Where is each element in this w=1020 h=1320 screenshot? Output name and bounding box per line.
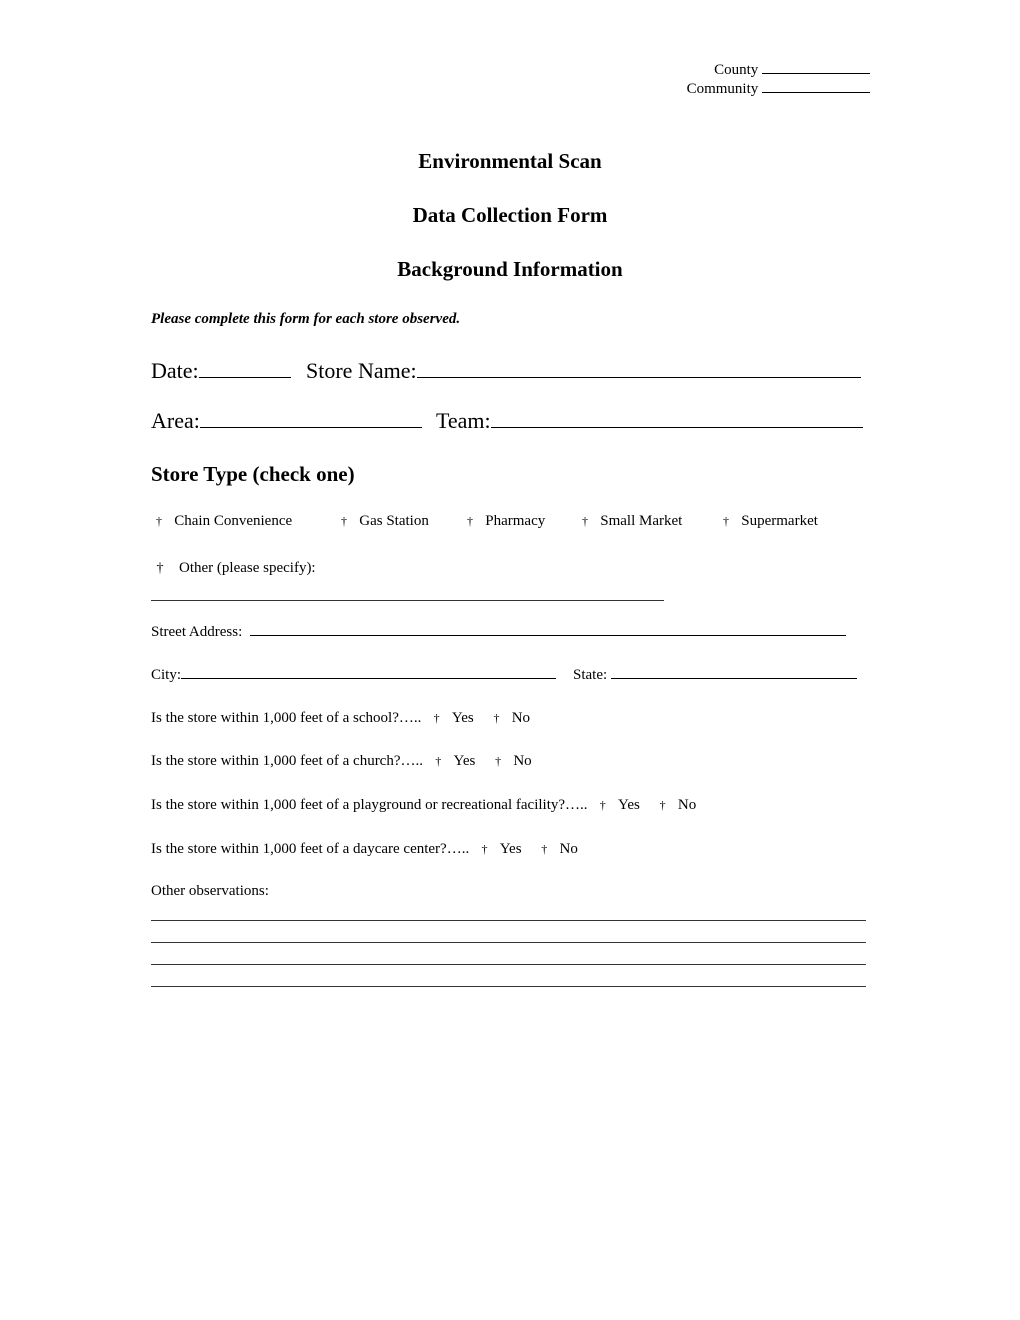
street-address-field[interactable]: Street Address: bbox=[151, 624, 846, 641]
no-option[interactable]: † No bbox=[659, 797, 697, 813]
option-label: Supermarket bbox=[741, 513, 818, 529]
checkbox-icon[interactable]: † bbox=[722, 514, 730, 529]
option-supermarket[interactable]: † Supermarket bbox=[722, 513, 818, 530]
other-specify-blank[interactable] bbox=[151, 600, 664, 601]
state-blank[interactable] bbox=[610, 678, 857, 679]
yes-label: Yes bbox=[453, 753, 476, 769]
question-text: Is the store within 1,000 feet of a chur… bbox=[151, 753, 423, 769]
yes-label: Yes bbox=[618, 797, 640, 813]
instruction-text: Please complete this form for each store… bbox=[151, 311, 461, 327]
store-name-label: Store Name: bbox=[306, 358, 417, 383]
no-label: No bbox=[513, 753, 532, 769]
checkbox-icon[interactable]: † bbox=[466, 514, 474, 529]
date-label: Date: bbox=[151, 358, 199, 383]
yes-option[interactable]: † Yes bbox=[599, 797, 640, 813]
checkbox-icon[interactable]: † bbox=[581, 514, 589, 529]
no-label: No bbox=[677, 797, 697, 813]
question-school: Is the store within 1,000 feet of a scho… bbox=[151, 710, 530, 727]
checkbox-icon[interactable]: † bbox=[492, 711, 500, 726]
area-label: Area: bbox=[151, 408, 200, 433]
question-church: Is the store within 1,000 feet of a chur… bbox=[151, 753, 532, 770]
team-label: Team: bbox=[436, 408, 491, 433]
city-blank[interactable] bbox=[181, 678, 557, 679]
option-chain-convenience[interactable]: † Chain Convenience bbox=[155, 513, 292, 530]
store-type-heading: Store Type (check one) bbox=[151, 462, 355, 486]
yes-option[interactable]: † Yes bbox=[480, 841, 521, 857]
checkbox-icon[interactable]: † bbox=[156, 561, 164, 577]
observations-line-1[interactable] bbox=[151, 920, 866, 921]
community-label: Community bbox=[686, 81, 759, 97]
checkbox-icon[interactable]: † bbox=[155, 514, 163, 529]
observations-line-3[interactable] bbox=[151, 964, 866, 965]
county-label: County bbox=[714, 62, 759, 78]
area-blank[interactable] bbox=[199, 427, 422, 428]
date-field[interactable]: Date: bbox=[151, 358, 291, 384]
question-text: Is the store within 1,000 feet of a play… bbox=[151, 797, 588, 813]
team-blank[interactable] bbox=[490, 427, 863, 428]
page-title: Environmental Scan bbox=[418, 149, 602, 173]
no-option[interactable]: † No bbox=[540, 841, 578, 857]
state-label: State: bbox=[573, 667, 608, 683]
question-playground: Is the store within 1,000 feet of a play… bbox=[151, 797, 696, 814]
observations-line-2[interactable] bbox=[151, 942, 866, 943]
observations-line-4[interactable] bbox=[151, 986, 866, 987]
option-label: Chain Convenience bbox=[174, 513, 293, 529]
county-blank[interactable] bbox=[762, 73, 870, 74]
yes-label: Yes bbox=[499, 841, 522, 857]
question-text: Is the store within 1,000 feet of a scho… bbox=[151, 710, 422, 726]
city-field[interactable]: City: bbox=[151, 667, 557, 684]
option-pharmacy[interactable]: † Pharmacy bbox=[466, 513, 545, 530]
no-label: No bbox=[559, 841, 578, 857]
option-label: Gas Station bbox=[359, 513, 429, 529]
yes-option[interactable]: † Yes bbox=[434, 753, 475, 769]
no-option[interactable]: † No bbox=[492, 710, 530, 726]
county-field[interactable]: County bbox=[714, 62, 870, 79]
yes-option[interactable]: † Yes bbox=[433, 710, 474, 726]
city-label: City: bbox=[151, 667, 182, 683]
no-option[interactable]: † No bbox=[494, 753, 532, 769]
community-blank[interactable] bbox=[762, 92, 870, 93]
area-field[interactable]: Area: bbox=[151, 408, 422, 434]
street-address-blank[interactable] bbox=[249, 635, 846, 636]
checkbox-icon[interactable]: † bbox=[434, 754, 442, 769]
checkbox-icon[interactable]: † bbox=[433, 711, 441, 726]
option-label: Small Market bbox=[600, 513, 683, 529]
date-blank[interactable] bbox=[198, 377, 291, 378]
section-title: Background Information bbox=[397, 257, 623, 281]
question-text: Is the store within 1,000 feet of a dayc… bbox=[151, 841, 470, 857]
other-label: Other (please specify): bbox=[179, 560, 316, 576]
no-label: No bbox=[511, 710, 531, 726]
checkbox-icon[interactable]: † bbox=[659, 798, 667, 813]
form-subtitle: Data Collection Form bbox=[412, 203, 608, 227]
question-daycare: Is the store within 1,000 feet of a dayc… bbox=[151, 841, 578, 858]
option-gas-station[interactable]: † Gas Station bbox=[340, 513, 429, 530]
store-name-blank[interactable] bbox=[416, 377, 861, 378]
checkbox-icon[interactable]: † bbox=[494, 754, 502, 769]
observations-label: Other observations: bbox=[151, 883, 269, 899]
state-field[interactable]: State: bbox=[573, 667, 857, 684]
checkbox-icon[interactable]: † bbox=[340, 514, 348, 529]
street-address-label: Street Address: bbox=[151, 624, 243, 640]
checkbox-icon[interactable]: † bbox=[480, 842, 488, 857]
checkbox-icon[interactable]: † bbox=[540, 842, 548, 857]
option-small-market[interactable]: † Small Market bbox=[581, 513, 682, 530]
option-other[interactable]: † Other (please specify): bbox=[156, 560, 316, 577]
community-field[interactable]: Community bbox=[687, 81, 870, 98]
store-name-field[interactable]: Store Name: bbox=[306, 358, 861, 384]
checkbox-icon[interactable]: † bbox=[599, 798, 607, 813]
yes-label: Yes bbox=[451, 710, 474, 726]
option-label: Pharmacy bbox=[485, 513, 546, 529]
team-field[interactable]: Team: bbox=[436, 408, 863, 434]
